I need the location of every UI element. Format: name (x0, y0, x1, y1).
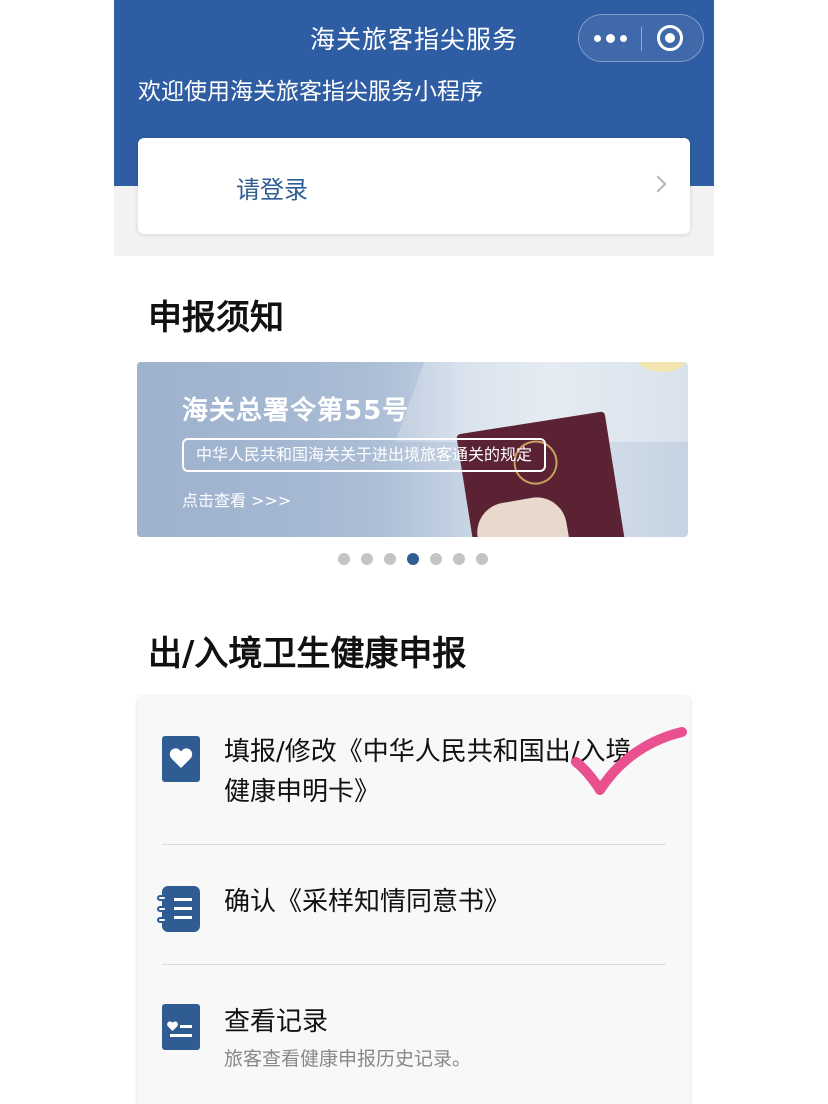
close-icon[interactable] (657, 25, 683, 51)
banner-view-link[interactable]: 点击查看 >>> (182, 487, 291, 511)
login-card[interactable]: 请登录 (138, 138, 690, 234)
carousel-indicator (338, 553, 488, 565)
pink-checkmark-annotation (571, 727, 687, 795)
carousel-dot[interactable] (407, 553, 419, 565)
capsule-divider (641, 27, 642, 51)
carousel-dot[interactable] (338, 553, 350, 565)
carousel-dot[interactable] (453, 553, 465, 565)
record-icon (162, 1004, 200, 1050)
banner-subtitle: 中华人民共和国海关关于进出境旅客通关的规定 (182, 438, 547, 472)
carousel-dot[interactable] (430, 553, 442, 565)
heart-icon (162, 736, 200, 782)
row-divider (162, 844, 666, 845)
view-records-item[interactable]: 查看记录 (224, 1002, 328, 1042)
health-section-title: 出/入境卫生健康申报 (148, 634, 467, 674)
more-menu-icon[interactable] (579, 15, 641, 61)
login-label: 请登录 (236, 176, 308, 204)
mini-program-screen: 海关旅客指尖服务 欢迎使用海关旅客指尖服务小程序 请登录 申报须知 海关总署令第… (114, 0, 714, 1104)
welcome-text: 欢迎使用海关旅客指尖服务小程序 (138, 79, 483, 105)
notice-banner[interactable]: 海关总署令第55号 中华人民共和国海关关于进出境旅客通关的规定 点击查看 >>> (137, 362, 688, 537)
banner-title: 海关总署令第55号 (182, 396, 410, 426)
confirm-consent-item[interactable]: 确认《采样知情同意书》 (224, 882, 510, 922)
mini-program-capsule (578, 14, 704, 62)
notebook-icon (157, 886, 200, 932)
notice-section-title: 申报须知 (148, 298, 284, 338)
carousel-dot[interactable] (384, 553, 396, 565)
row-divider (162, 964, 666, 965)
carousel-dot[interactable] (476, 553, 488, 565)
chevron-right-icon (649, 175, 667, 193)
view-records-description: 旅客查看健康申报历史记录。 (224, 1048, 472, 1070)
carousel-dot[interactable] (361, 553, 373, 565)
